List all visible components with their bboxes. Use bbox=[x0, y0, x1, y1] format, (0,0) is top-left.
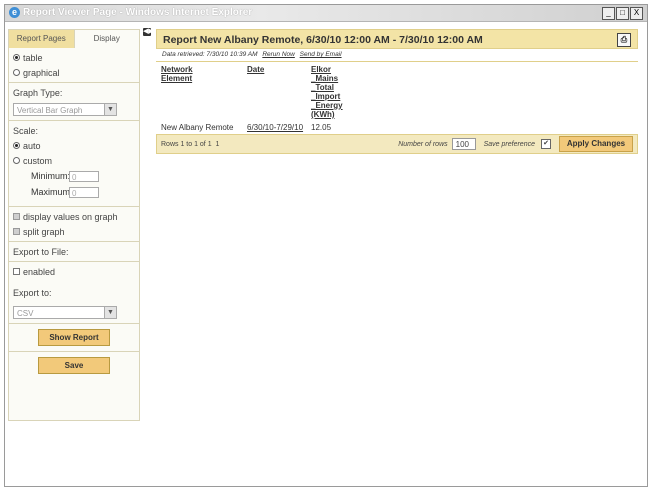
graphical-radio[interactable] bbox=[13, 69, 20, 76]
send-email-link[interactable]: Send by Email bbox=[300, 51, 342, 58]
data-retrieved-text: Data retrieved: 7/30/10 10:39 AM bbox=[162, 51, 258, 58]
report-title: Report New Albany Remote, 6/30/10 12:00 … bbox=[163, 34, 483, 46]
column-header-network-element[interactable]: Network Element bbox=[161, 65, 247, 119]
chevron-down-icon[interactable]: ▼ bbox=[104, 307, 116, 318]
custom-radio[interactable] bbox=[13, 157, 20, 164]
internet-explorer-icon: e bbox=[9, 7, 20, 18]
collapse-panel-icon[interactable]: ◀▶ bbox=[143, 28, 154, 36]
display-values-checkbox[interactable] bbox=[13, 213, 20, 220]
tab-display[interactable]: Display bbox=[75, 30, 140, 48]
cell-network-element: New Albany Remote bbox=[161, 123, 234, 132]
number-of-rows-label: Number of rows bbox=[398, 140, 448, 148]
enabled-checkbox[interactable] bbox=[13, 268, 20, 275]
view-table-option[interactable]: table bbox=[13, 50, 135, 65]
maximize-button[interactable]: □ bbox=[616, 7, 629, 20]
show-report-button[interactable]: Show Report bbox=[38, 329, 110, 346]
scale-custom-option[interactable]: custom bbox=[13, 153, 135, 168]
table-label: table bbox=[23, 52, 43, 63]
export-to-select[interactable]: CSV ▼ bbox=[13, 306, 117, 319]
page-number-link[interactable]: 1 bbox=[215, 141, 219, 148]
maximum-input[interactable]: 0 bbox=[69, 186, 99, 198]
export-to-label: Export to: bbox=[13, 287, 52, 298]
view-graphical-option[interactable]: graphical bbox=[13, 65, 135, 80]
report-header: Report New Albany Remote, 6/30/10 12:00 … bbox=[156, 29, 638, 49]
options-panel: Report Pages Display table graphical Gra… bbox=[8, 29, 140, 421]
export-to-value: CSV bbox=[17, 309, 34, 318]
save-button[interactable]: Save bbox=[38, 357, 110, 374]
title-bar: e Report Viewer Page - Windows Internet … bbox=[5, 5, 647, 22]
graph-type-value: Vertical Bar Graph bbox=[17, 106, 83, 115]
printer-icon[interactable]: ⎙ bbox=[617, 33, 631, 47]
pagination: Rows 1 to 1 of 1 1 bbox=[161, 141, 398, 148]
split-graph-option[interactable]: split graph bbox=[13, 224, 135, 239]
custom-label: custom bbox=[23, 155, 53, 166]
rerun-now-link[interactable]: Rerun Now bbox=[262, 51, 295, 58]
retrieval-info: Data retrieved: 7/30/10 10:39 AM Rerun N… bbox=[156, 49, 638, 62]
minimum-label: Minimum: bbox=[31, 171, 71, 181]
window-title: Report Viewer Page - Windows Internet Ex… bbox=[23, 7, 253, 18]
graph-type-label: Graph Type: bbox=[13, 87, 63, 98]
apply-changes-button[interactable]: Apply Changes bbox=[559, 136, 633, 152]
number-of-rows-input[interactable]: 100 bbox=[451, 138, 476, 150]
enabled-option[interactable]: enabled bbox=[13, 264, 135, 279]
row-count: Rows 1 to 1 of 1 bbox=[161, 140, 212, 148]
column-header-energy[interactable]: Elkor _Mains _Total _Import _Energy (KWh… bbox=[311, 65, 349, 119]
cell-date[interactable]: 6/30/10-7/29/10 bbox=[247, 119, 311, 132]
cell-energy: 12.05 bbox=[311, 123, 332, 132]
minimum-input[interactable]: 0 bbox=[69, 170, 99, 182]
table-row: New Albany Remote 6/30/10-7/29/10 12.05 bbox=[161, 119, 349, 132]
table-footer: Rows 1 to 1 of 1 1 Number of rows 100 Sa… bbox=[156, 134, 638, 154]
split-graph-label: split graph bbox=[23, 226, 65, 237]
save-preference-checkbox[interactable]: ✔ bbox=[541, 139, 551, 149]
column-header-date[interactable]: Date bbox=[247, 65, 311, 119]
close-button[interactable]: X bbox=[630, 7, 643, 20]
report-area: Report New Albany Remote, 6/30/10 12:00 … bbox=[156, 29, 638, 154]
display-values-option[interactable]: display values on graph bbox=[13, 209, 135, 224]
enabled-label: enabled bbox=[23, 266, 56, 277]
save-preference-label: Save preference bbox=[483, 140, 535, 148]
graph-type-select[interactable]: Vertical Bar Graph ▼ bbox=[13, 103, 117, 116]
auto-radio[interactable] bbox=[13, 142, 20, 149]
scale-auto-option[interactable]: auto bbox=[13, 138, 135, 153]
auto-label: auto bbox=[23, 140, 41, 151]
export-file-label: Export to File: bbox=[13, 246, 69, 257]
minimize-button[interactable]: _ bbox=[602, 7, 615, 20]
table-radio[interactable] bbox=[13, 54, 20, 61]
chevron-down-icon[interactable]: ▼ bbox=[104, 104, 116, 115]
tab-report-pages[interactable]: Report Pages bbox=[9, 30, 75, 48]
split-graph-checkbox[interactable] bbox=[13, 228, 20, 235]
scale-label: Scale: bbox=[13, 125, 39, 136]
report-table: Network Element Date Elkor _Mains _Total… bbox=[161, 65, 349, 132]
maximum-label: Maximum: bbox=[31, 187, 73, 197]
graphical-label: graphical bbox=[23, 67, 60, 78]
display-values-label: display values on graph bbox=[23, 211, 118, 222]
